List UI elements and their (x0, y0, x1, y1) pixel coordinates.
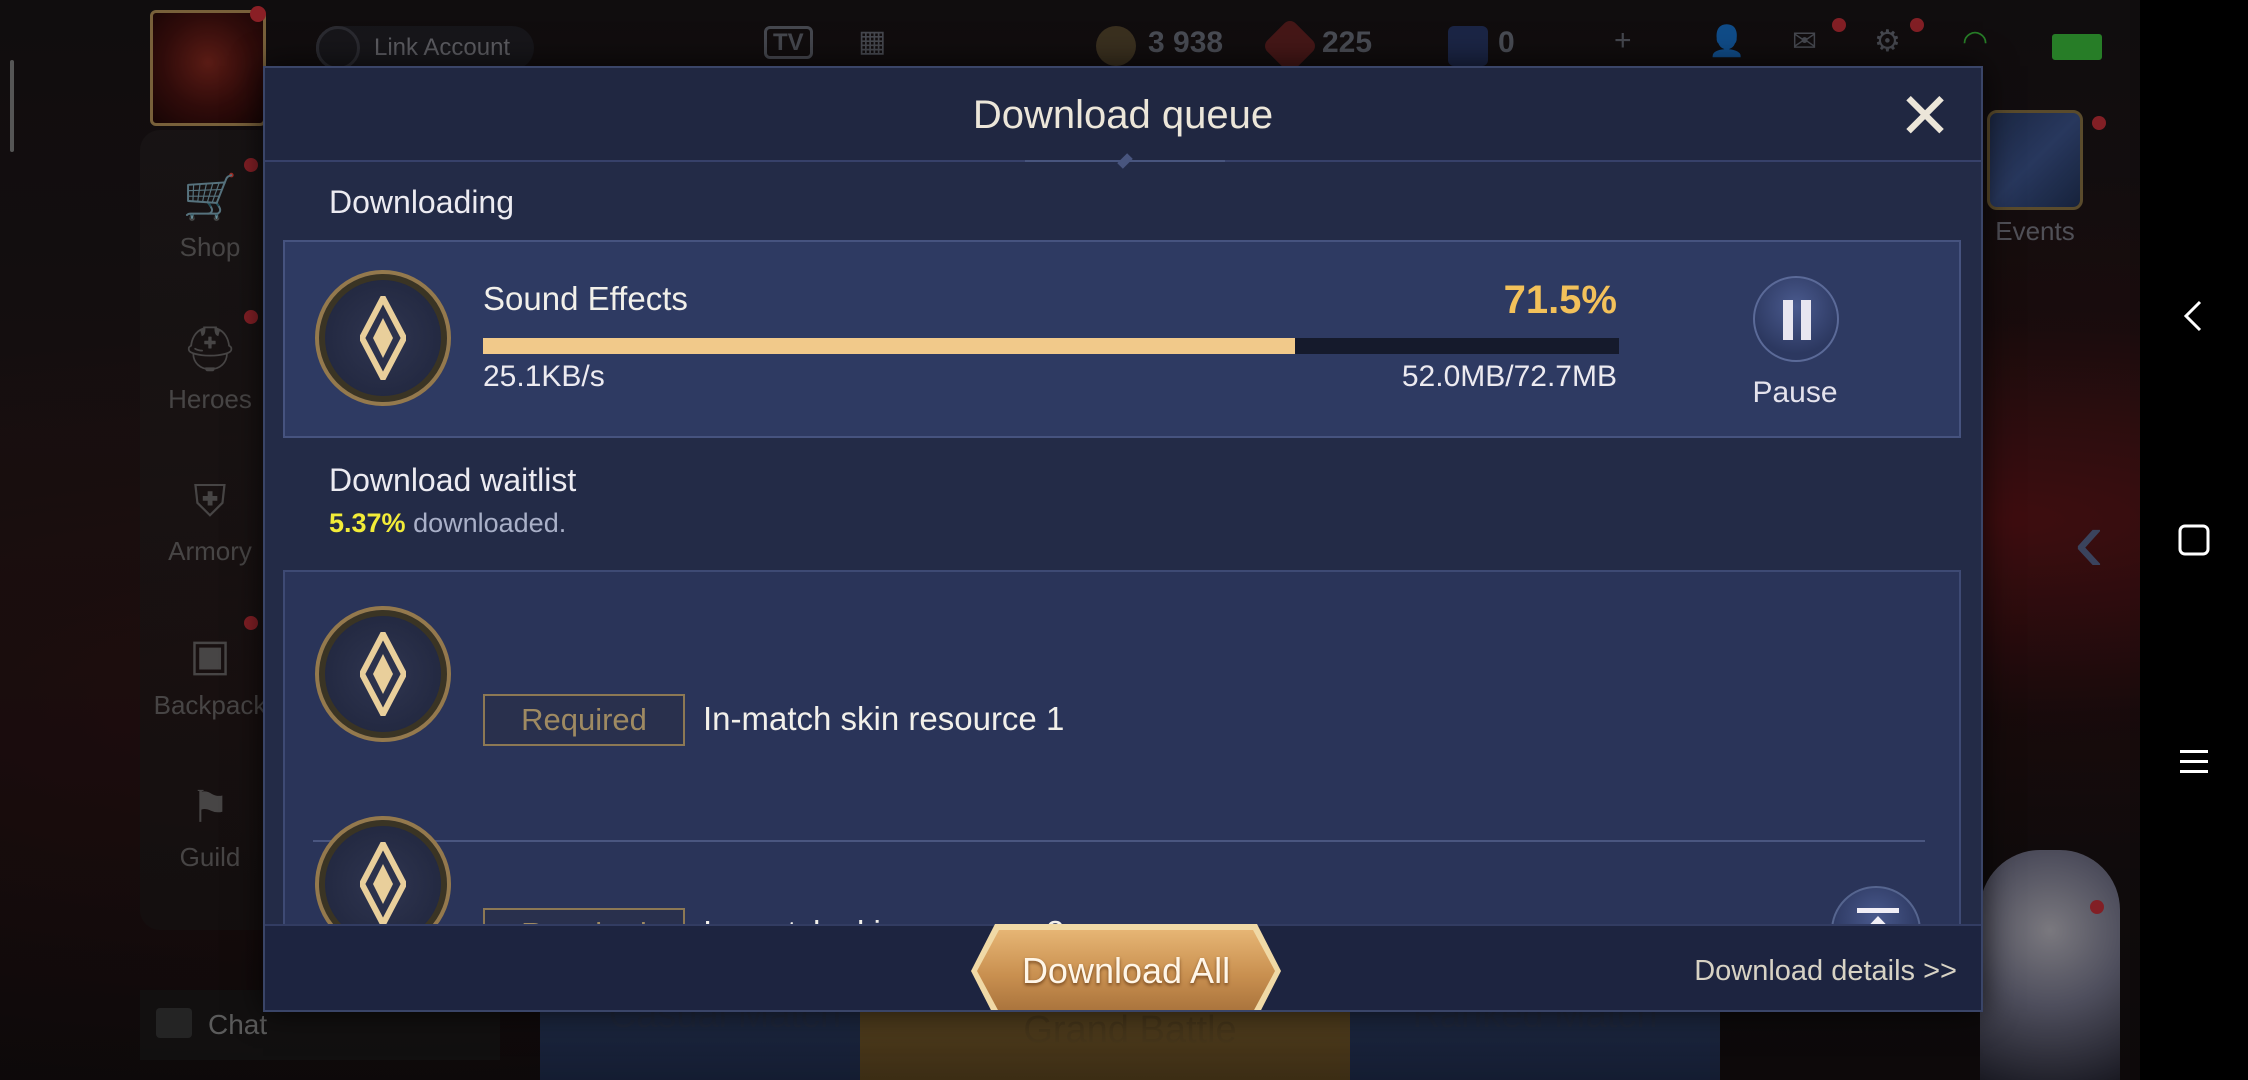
dialog-footer: Download All Download details >> (265, 924, 1981, 1010)
pause-button[interactable] (1753, 276, 1839, 362)
diamond-icon (360, 632, 406, 716)
diamond-icon (360, 842, 406, 926)
current-download-card: Sound Effects 71.5% 25.1KB/s 52.0MB/72.7… (283, 240, 1961, 438)
downloading-heading: Downloading (329, 184, 515, 220)
download-size: 52.0MB/72.7MB (1401, 360, 1617, 393)
download-details-link[interactable]: Download details >> (1694, 926, 1957, 1010)
waitlist-item-name: In-match skin resource 1 (703, 700, 1065, 737)
dialog-title: Download queue (972, 93, 1274, 137)
resource-emblem-icon (315, 606, 451, 742)
menu-button[interactable] (2140, 722, 2248, 802)
download-item-name: Sound Effects (483, 280, 688, 317)
required-badge: Required (483, 694, 685, 746)
resource-emblem-icon (315, 270, 451, 406)
download-percent: 71.5% (1503, 278, 1617, 322)
close-button[interactable]: ✕ (1895, 84, 1955, 148)
download-queue-dialog: Download queue ✕ Downloading Sound Effec… (263, 66, 1983, 1012)
square-home-icon (2178, 524, 2210, 556)
pause-icon-bar (1801, 300, 1811, 340)
download-progress-bar (483, 338, 1619, 354)
waitlist-heading: Download waitlist (329, 462, 577, 498)
diamond-icon (360, 296, 406, 380)
hamburger-icon (2180, 750, 2208, 773)
download-progress-fill (483, 338, 1296, 354)
back-button[interactable] (2140, 276, 2248, 356)
system-nav-bar (2140, 0, 2248, 1080)
waitlist-item: Required In-match skin resource 1 (285, 572, 1959, 772)
pause-label[interactable]: Pause (1715, 376, 1875, 410)
download-speed: 25.1KB/s (483, 360, 605, 393)
close-icon: ✕ (1898, 80, 1952, 152)
edge-handle[interactable] (10, 60, 14, 152)
waitlist-progress-text: 5.37% downloaded. (329, 508, 566, 539)
waitlist-suffix: downloaded. (413, 508, 567, 538)
pause-icon (1783, 300, 1793, 340)
home-button[interactable] (2140, 500, 2248, 580)
waitlist-percent: 5.37% (329, 508, 406, 538)
download-all-button[interactable]: Download All (977, 930, 1275, 1010)
back-arrow-icon (2183, 300, 2202, 332)
